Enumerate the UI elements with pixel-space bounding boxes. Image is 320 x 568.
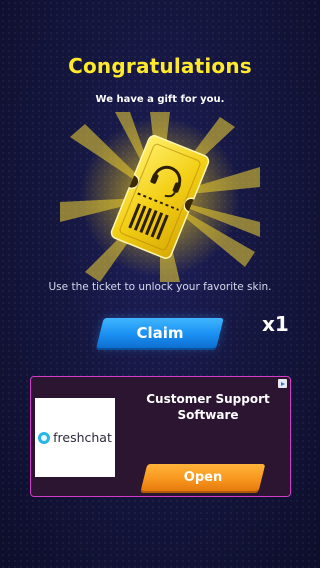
ad-open-button-label: Open [183, 470, 223, 485]
chat-bubble-icon [38, 431, 51, 444]
reward-ticket: x1 [60, 112, 289, 336]
brand-logo-text: freshchat [53, 430, 112, 445]
page-title: Congratulations [68, 54, 252, 78]
reward-quantity: x1 [262, 312, 289, 336]
ad-banner[interactable]: freshchat Customer Support Software Open [30, 376, 291, 497]
claim-button[interactable]: Claim [96, 318, 224, 348]
ad-choices-icon[interactable] [278, 379, 287, 388]
ad-headline: Customer Support Software [146, 392, 270, 422]
reward-description: Use the ticket to unlock your favorite s… [48, 281, 272, 293]
ticket-icon [60, 112, 260, 282]
ad-open-button[interactable]: Open [140, 464, 266, 491]
ad-image[interactable]: freshchat [35, 398, 115, 477]
gift-subtitle: We have a gift for you. [95, 94, 225, 105]
claim-button-label: Claim [136, 324, 184, 342]
freshchat-logo: freshchat [38, 430, 112, 445]
